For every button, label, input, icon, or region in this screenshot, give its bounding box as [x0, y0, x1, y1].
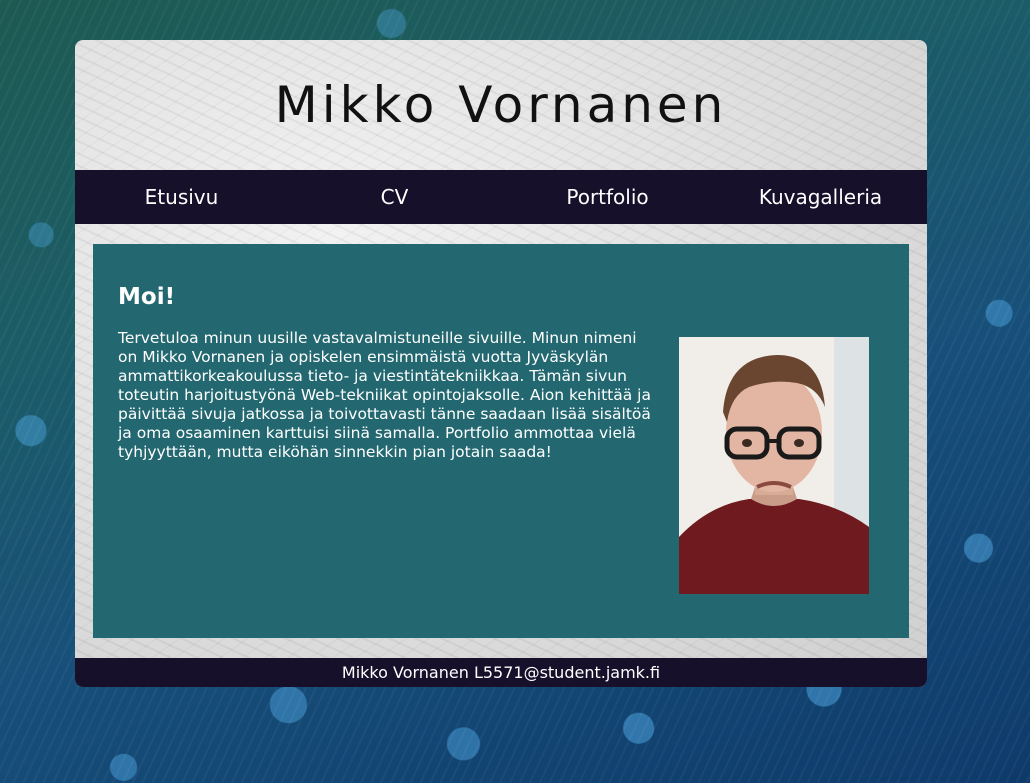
nav-item-kuvagalleria[interactable]: Kuvagalleria — [714, 170, 927, 224]
footer-contact: Mikko Vornanen L5571@student.jamk.fi — [341, 663, 661, 682]
content-heading: Moi! — [118, 284, 176, 310]
portrait-image — [679, 337, 869, 594]
nav-item-cv[interactable]: CV — [288, 170, 501, 224]
content-section: Moi! Tervetuloa minun uusille vastavalmi… — [93, 244, 909, 638]
page-container: Mikko Vornanen Etusivu CV Portfolio Kuva… — [75, 40, 927, 687]
profile-photo — [679, 337, 869, 594]
nav-item-portfolio[interactable]: Portfolio — [501, 170, 714, 224]
site-header: Mikko Vornanen — [75, 40, 927, 170]
site-title: Mikko Vornanen — [274, 76, 728, 134]
intro-text: Tervetuloa minun uusille vastavalmistune… — [118, 329, 651, 461]
site-footer: Mikko Vornanen L5571@student.jamk.fi — [75, 658, 927, 687]
main-nav: Etusivu CV Portfolio Kuvagalleria — [75, 170, 927, 224]
nav-item-etusivu[interactable]: Etusivu — [75, 170, 288, 224]
